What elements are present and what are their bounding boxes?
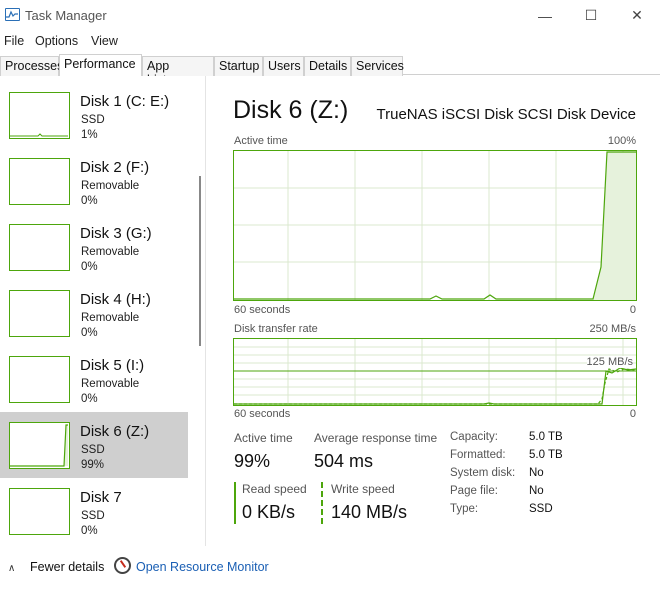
write-speed-label: Write speed	[331, 482, 395, 496]
disk-type: SSD	[81, 510, 105, 522]
sidebar-item-disk-7[interactable]: Disk 7 SSD 0%	[0, 478, 188, 544]
formatted-value: 5.0 TB	[529, 449, 563, 461]
sidebar-item-disk-3[interactable]: Disk 3 (G:) Removable 0%	[0, 214, 188, 280]
disk-usage: 0%	[81, 393, 98, 405]
type-label: Type:	[450, 503, 479, 515]
active-time-stat-label: Active time	[234, 431, 293, 445]
capacity-value: 5.0 TB	[529, 431, 563, 443]
disk-type: Removable	[81, 378, 140, 390]
fewer-details-button[interactable]: Fewer details	[30, 560, 104, 574]
disk-type: Removable	[81, 312, 140, 324]
disk-name: Disk 5 (I:)	[80, 357, 145, 374]
transfer-rate-chart: 125 MB/s	[233, 338, 637, 406]
footer-bar: ∧ Fewer details Open Resource Monitor	[0, 546, 660, 589]
tab-details[interactable]: Details	[304, 56, 351, 76]
avg-response-label: Average response time	[314, 431, 438, 445]
menu-view[interactable]: View	[91, 34, 118, 48]
formatted-label: Formatted:	[450, 449, 506, 461]
sidebar-scrollbar[interactable]	[199, 176, 201, 346]
disk-name: Disk 2 (F:)	[80, 159, 150, 176]
active-time-window-label: 60 seconds	[234, 304, 291, 316]
task-manager-icon	[5, 8, 20, 21]
write-speed-indicator	[321, 482, 323, 524]
disk-type: SSD	[81, 114, 105, 126]
transfer-rate-max-label: 250 MB/s	[589, 323, 636, 335]
tab-services[interactable]: Services	[351, 56, 404, 76]
read-speed-label: Read speed	[242, 482, 307, 496]
sidebar-item-disk-6[interactable]: Disk 6 (Z:) SSD 99%	[0, 412, 188, 478]
disk-type: Removable	[81, 180, 140, 192]
avg-response-value: 504 ms	[314, 451, 374, 471]
disk-name: Disk 4 (H:)	[80, 291, 151, 308]
tab-app-history[interactable]: App history	[142, 56, 214, 87]
sidebar-item-disk-5[interactable]: Disk 5 (I:) Removable 0%	[0, 346, 188, 412]
page-title: Disk 6 (Z:)	[233, 96, 349, 124]
active-time-chart	[233, 150, 637, 301]
transfer-rate-zero-label: 0	[629, 408, 636, 420]
disk-usage: 99%	[81, 459, 105, 471]
read-speed-value: 0 KB/s	[242, 502, 296, 522]
tab-users[interactable]: Users	[263, 56, 304, 76]
resource-monitor-icon	[114, 557, 131, 574]
window-title: Task Manager	[25, 8, 107, 23]
disk-thumbnail	[9, 92, 70, 139]
disk-name: Disk 6 (Z:)	[80, 423, 150, 440]
disk-thumbnail	[9, 224, 70, 271]
sidebar-item-disk-1[interactable]: Disk 1 (C: E:) SSD 1%	[0, 82, 188, 148]
maximize-button[interactable]: ☐	[568, 0, 614, 31]
write-speed-value: 140 MB/s	[331, 502, 408, 522]
page-file-value: No	[529, 485, 544, 497]
disk-detail-panel: Disk 6 (Z:) TrueNAS iSCSI Disk SCSI Disk…	[207, 76, 660, 546]
read-speed-indicator	[234, 482, 236, 524]
capacity-label: Capacity:	[450, 431, 498, 443]
disk-thumbnail	[9, 290, 70, 337]
disk-usage: 0%	[81, 195, 98, 207]
disk-name: Disk 3 (G:)	[80, 225, 152, 242]
transfer-rate-window-label: 60 seconds	[234, 408, 291, 420]
disk-type: Removable	[81, 246, 140, 258]
sidebar-item-disk-4[interactable]: Disk 4 (H:) Removable 0%	[0, 280, 188, 346]
tab-performance[interactable]: Performance	[59, 54, 142, 76]
disk-usage: 1%	[81, 129, 98, 141]
type-value: SSD	[529, 503, 553, 515]
disk-usage: 0%	[81, 327, 98, 339]
device-sidebar: Disk 1 (C: E:) SSD 1% Disk 2 (F:) Remova…	[0, 76, 206, 546]
disk-thumbnail	[9, 356, 70, 403]
system-disk-value: No	[529, 467, 544, 479]
menu-options[interactable]: Options	[35, 34, 78, 48]
disk-type: SSD	[81, 444, 105, 456]
minimize-button[interactable]: —	[522, 0, 568, 31]
menu-file[interactable]: File	[4, 34, 24, 48]
title-bar: Task Manager — ☐ ✕	[0, 0, 660, 31]
menu-bar: File Options View	[0, 31, 660, 52]
transfer-rate-mid-label: 125 MB/s	[586, 356, 633, 368]
disk-usage: 0%	[81, 261, 98, 273]
chevron-up-icon[interactable]: ∧	[8, 563, 15, 574]
active-time-zero-label: 0	[629, 304, 636, 316]
disk-thumbnail	[9, 488, 70, 535]
system-disk-label: System disk:	[450, 467, 516, 479]
disk-thumbnail	[9, 422, 70, 469]
disk-name: Disk 7	[80, 489, 122, 506]
open-resource-monitor-link[interactable]: Open Resource Monitor	[136, 560, 269, 574]
disk-thumbnail	[9, 158, 70, 205]
active-time-stat-value: 99%	[234, 451, 271, 471]
tab-bar: Processes Performance App history Startu…	[0, 54, 660, 87]
tab-startup[interactable]: Startup	[214, 56, 263, 76]
disk-usage: 0%	[81, 525, 98, 537]
tab-processes[interactable]: Processes	[0, 56, 63, 76]
transfer-rate-chart-label: Disk transfer rate	[234, 323, 318, 335]
active-time-max-label: 100%	[607, 135, 636, 147]
disk-name: Disk 1 (C: E:)	[80, 93, 170, 110]
page-file-label: Page file:	[450, 485, 498, 497]
sidebar-item-disk-2[interactable]: Disk 2 (F:) Removable 0%	[0, 148, 188, 214]
close-button[interactable]: ✕	[614, 0, 660, 31]
device-name: TrueNAS iSCSI Disk SCSI Disk Device	[376, 106, 637, 123]
active-time-chart-label: Active time	[234, 135, 288, 147]
